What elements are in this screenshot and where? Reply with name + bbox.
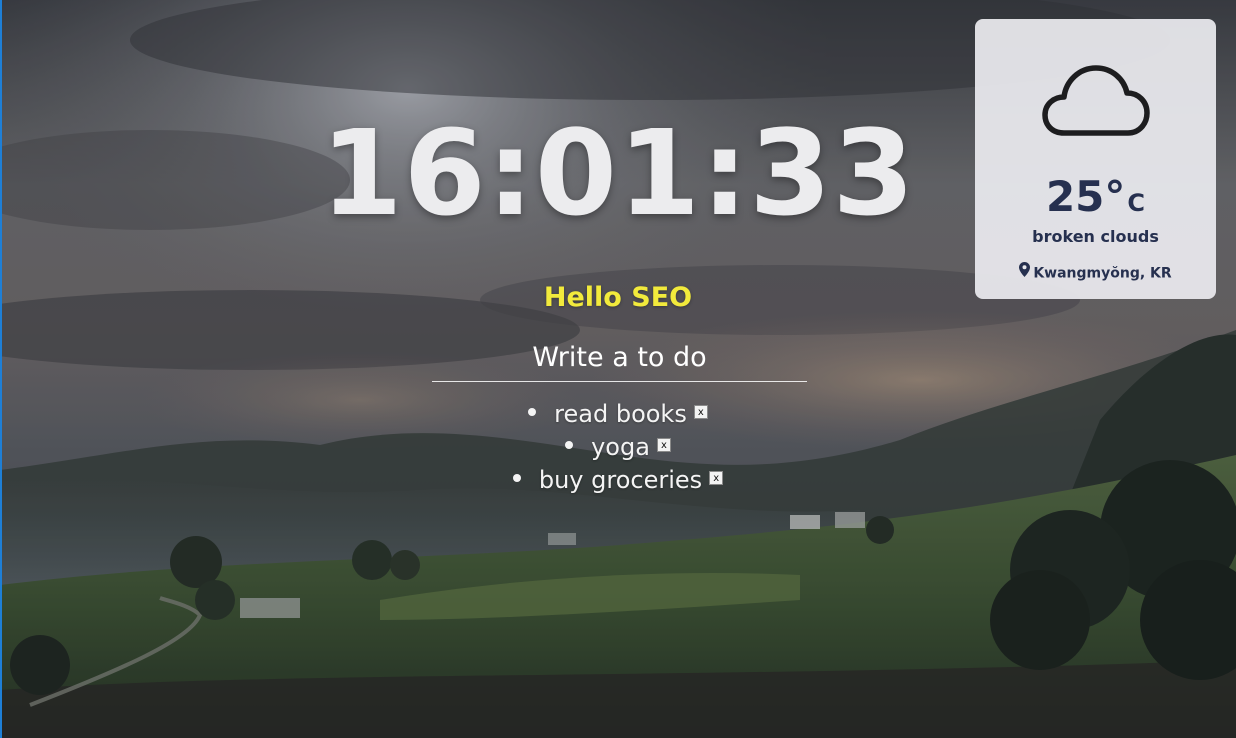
weather-card: 25°C broken clouds Kwangmyŏng, KR bbox=[975, 19, 1216, 299]
todo-item-text: read books bbox=[554, 400, 687, 428]
todo-item: yoga x bbox=[0, 431, 1236, 464]
weather-location: Kwangmyŏng, KR bbox=[975, 262, 1216, 283]
temperature-unit: C bbox=[1127, 189, 1146, 217]
location-text: Kwangmyŏng, KR bbox=[1033, 265, 1172, 282]
todo-item: read books x bbox=[0, 398, 1236, 431]
weather-temperature: 25°C bbox=[975, 169, 1216, 231]
bullet-icon bbox=[528, 408, 537, 416]
todo-item-text: buy groceries bbox=[538, 466, 703, 494]
weather-description: broken clouds bbox=[1032, 227, 1159, 246]
location-pin-icon bbox=[1019, 262, 1031, 281]
cloud-icon bbox=[1040, 62, 1152, 141]
delete-todo-button[interactable]: x bbox=[656, 438, 671, 452]
todo-input[interactable] bbox=[432, 334, 807, 381]
todo-list: read books x yoga x buy groceries x bbox=[0, 398, 1236, 497]
bullet-icon bbox=[512, 474, 521, 482]
todo-form bbox=[432, 334, 807, 382]
todo-item-text: yoga bbox=[591, 433, 650, 461]
todo-item: buy groceries x bbox=[0, 464, 1236, 497]
bullet-icon bbox=[565, 441, 574, 449]
delete-todo-button[interactable]: x bbox=[709, 471, 724, 485]
delete-todo-button[interactable]: x bbox=[693, 405, 708, 419]
temperature-value: 25° bbox=[1045, 172, 1126, 221]
